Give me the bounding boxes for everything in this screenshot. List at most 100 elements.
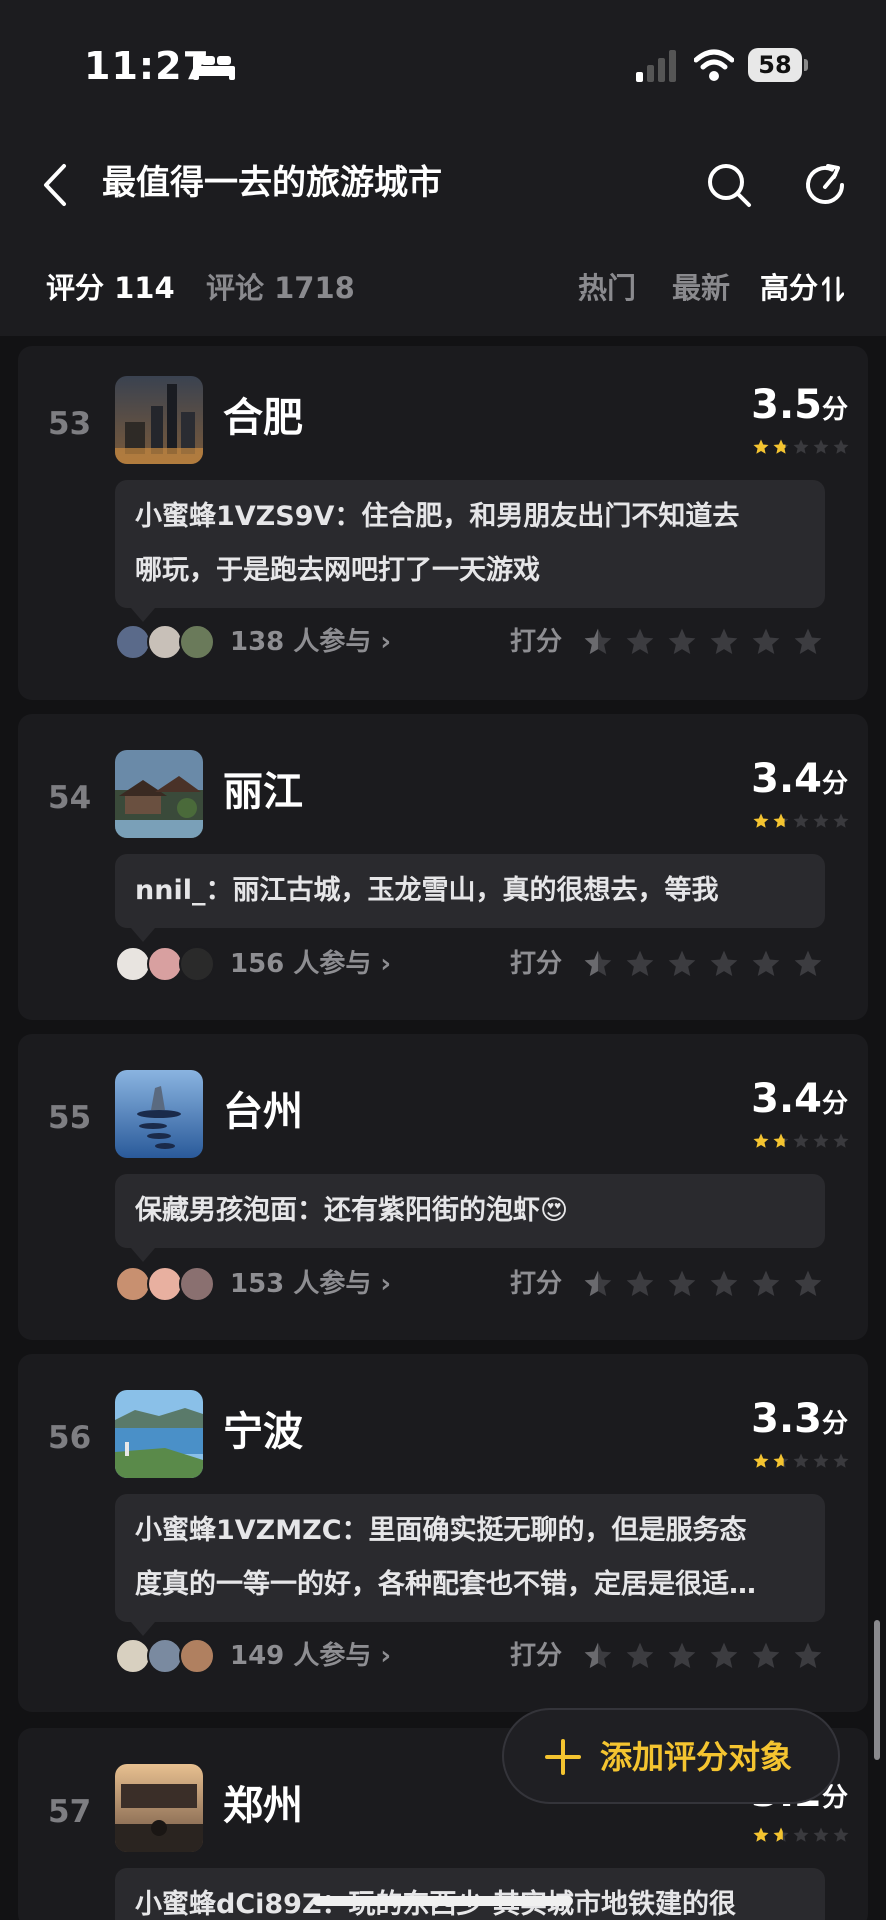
share-refresh-icon[interactable] [802, 162, 848, 208]
rate-stars[interactable] [582, 948, 824, 980]
tab-comments[interactable]: 评论 1718 [206, 268, 355, 308]
score: 3.4分 [751, 756, 848, 802]
sort-new[interactable]: 最新 [672, 268, 730, 308]
rate-star-icon[interactable] [666, 626, 698, 658]
score-star-icon [753, 1827, 769, 1842]
rate-star-icon[interactable] [792, 948, 824, 980]
rate-star-icon[interactable] [624, 1268, 656, 1300]
rate-label: 打分 [510, 1641, 563, 1671]
rate-label: 打分 [510, 627, 563, 657]
score-star-icon [793, 813, 809, 828]
rate-star-icon[interactable] [708, 1640, 740, 1672]
participants-link[interactable]: 153 人参与 › [230, 1266, 391, 1302]
score-star-icon [773, 813, 789, 828]
avatar [147, 1266, 183, 1302]
ranking-card[interactable]: 55 台州 3.4分 保藏男孩泡面：还有紫阳街的泡虾😍 153 人参与 › 打分 [18, 1034, 868, 1340]
comment-line: 哪玩，于是跑去网吧打了一天游戏 [135, 555, 540, 586]
comment-tail [131, 1248, 155, 1262]
rate-star-icon[interactable] [792, 626, 824, 658]
sleep-focus-icon [193, 56, 235, 80]
ranking-card[interactable]: 54 丽江 3.4分 nnil_：丽江古城，玉龙雪山，真的很想去，等我 156 … [18, 714, 868, 1020]
score: 3.5分 [751, 382, 848, 428]
tab-ratings[interactable]: 评分 114 [46, 268, 175, 308]
rate-star-icon[interactable] [750, 948, 782, 980]
city-thumbnail [115, 1764, 203, 1852]
rank-number: 54 [48, 780, 92, 816]
rate-star-icon[interactable] [708, 626, 740, 658]
rate-star-icon[interactable] [750, 1640, 782, 1672]
score-unit: 分 [821, 1089, 848, 1119]
comment-tail [131, 1622, 155, 1636]
add-rating-object-label: 添加评分对象 [600, 1738, 793, 1776]
rate-stars[interactable] [582, 1268, 824, 1300]
score-star-icon [753, 813, 769, 828]
search-icon[interactable] [706, 162, 752, 208]
score-star-icon [793, 1453, 809, 1468]
rate-star-icon[interactable] [666, 1640, 698, 1672]
ranking-card[interactable]: 53 合肥 3.5分 小蜜蜂1VZS9V：住合肥，和男朋友出门不知道去 哪玩，于… [18, 346, 868, 700]
rate-star-icon[interactable] [792, 1640, 824, 1672]
rate-star-icon[interactable] [708, 948, 740, 980]
scrollbar[interactable] [874, 1620, 880, 1760]
top-comment[interactable]: 保藏男孩泡面：还有紫阳街的泡虾😍 [115, 1174, 825, 1262]
back-chevron-icon[interactable] [38, 162, 72, 208]
score-stars [752, 438, 850, 456]
rate-star-icon[interactable] [624, 948, 656, 980]
city-name: 郑州 [223, 1783, 303, 1829]
battery-level: 58 [748, 48, 802, 82]
city-thumbnail [115, 1390, 203, 1478]
sort-high[interactable]: 高分 [760, 268, 818, 308]
participants-link[interactable]: 138 人参与 › [230, 624, 391, 660]
participants-link[interactable]: 156 人参与 › [230, 946, 391, 982]
comment-line: 保藏男孩泡面：还有紫阳街的泡虾😍 [135, 1195, 569, 1226]
score-star-icon [793, 1827, 809, 1842]
score-stars [752, 1826, 850, 1844]
rank-number: 57 [48, 1794, 92, 1830]
rank-number: 56 [48, 1420, 92, 1456]
status-time: 11:27 [84, 44, 210, 88]
participants-count: 149 人参与 [230, 1641, 372, 1671]
score-star-icon [833, 813, 849, 828]
rate-star-icon[interactable] [708, 1268, 740, 1300]
sort-hot[interactable]: 热门 [578, 268, 636, 308]
ranking-card[interactable]: 56 宁波 3.3分 小蜜蜂1VZMZC：里面确实挺无聊的，但是服务态 度真的一… [18, 1354, 868, 1712]
rate-star-icon[interactable] [582, 626, 614, 658]
score-star-icon [773, 1827, 789, 1842]
page-title: 最值得一去的旅游城市 [102, 163, 442, 203]
score-star-icon [813, 1453, 829, 1468]
score-star-icon [773, 1133, 789, 1148]
top-comment[interactable]: 小蜜蜂1VZMZC：里面确实挺无聊的，但是服务态 度真的一等一的好，各种配套也不… [115, 1494, 825, 1636]
score-value: 3.4 [751, 756, 822, 802]
score-star-icon [773, 439, 789, 454]
rate-star-icon[interactable] [582, 948, 614, 980]
rate-star-icon[interactable] [624, 1640, 656, 1672]
score: 3.4分 [751, 1076, 848, 1122]
score-star-icon [833, 1827, 849, 1842]
score-unit: 分 [821, 1409, 848, 1439]
avatar [147, 1638, 183, 1674]
city-thumbnail [115, 750, 203, 838]
rate-star-icon[interactable] [750, 626, 782, 658]
home-indicator[interactable] [313, 1896, 573, 1906]
sort-order-icon[interactable] [822, 276, 844, 302]
rate-star-icon[interactable] [582, 1640, 614, 1672]
rate-stars[interactable] [582, 1640, 824, 1672]
rate-star-icon[interactable] [624, 626, 656, 658]
rate-star-icon[interactable] [792, 1268, 824, 1300]
top-comment[interactable]: nnil_：丽江古城，玉龙雪山，真的很想去，等我 [115, 854, 825, 942]
top-comment[interactable]: 小蜜蜂dCi89Z：玩的东西少 其实城市地铁建的很 [115, 1868, 825, 1920]
participants-link[interactable]: 149 人参与 › [230, 1638, 391, 1674]
rate-star-icon[interactable] [666, 1268, 698, 1300]
nav-bar: 最值得一去的旅游城市 [0, 130, 886, 240]
score-star-icon [813, 439, 829, 454]
avatar [115, 1638, 151, 1674]
city-thumbnail [115, 376, 203, 464]
wifi-icon [694, 49, 734, 81]
rate-stars[interactable] [582, 626, 824, 658]
add-rating-object-button[interactable]: 添加评分对象 [502, 1708, 840, 1804]
avatar [115, 624, 151, 660]
top-comment[interactable]: 小蜜蜂1VZS9V：住合肥，和男朋友出门不知道去 哪玩，于是跑去网吧打了一天游戏 [115, 480, 825, 622]
rate-star-icon[interactable] [666, 948, 698, 980]
rate-star-icon[interactable] [582, 1268, 614, 1300]
rate-star-icon[interactable] [750, 1268, 782, 1300]
